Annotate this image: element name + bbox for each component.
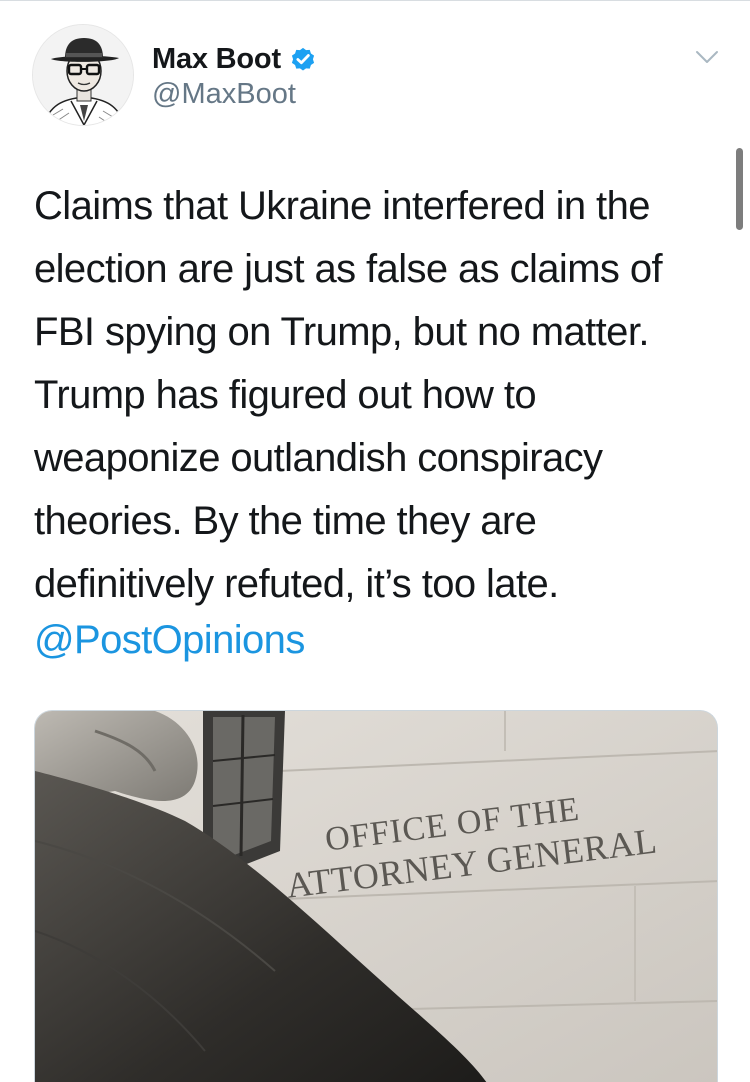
mention-link[interactable]: @PostOpinions (34, 609, 305, 672)
card-photo: OFFICE OF THE ATTORNEY GENERAL (35, 711, 717, 1082)
avatar[interactable] (32, 24, 134, 126)
link-card-image[interactable]: OFFICE OF THE ATTORNEY GENERAL (34, 710, 718, 1082)
tweet-text: Claims that Ukraine interfered in the el… (34, 184, 663, 606)
tweet[interactable]: Max Boot @MaxBoot Claims that Ukraine in… (0, 0, 750, 1082)
scrollbar-thumb[interactable] (736, 148, 743, 230)
verified-badge-icon (289, 45, 317, 73)
author-name-row[interactable]: Max Boot (152, 42, 317, 76)
avatar-portrait-icon (33, 25, 133, 125)
author-display-name[interactable]: Max Boot (152, 43, 281, 76)
author-handle[interactable]: @MaxBoot (152, 78, 296, 111)
chevron-down-icon[interactable] (692, 44, 722, 70)
